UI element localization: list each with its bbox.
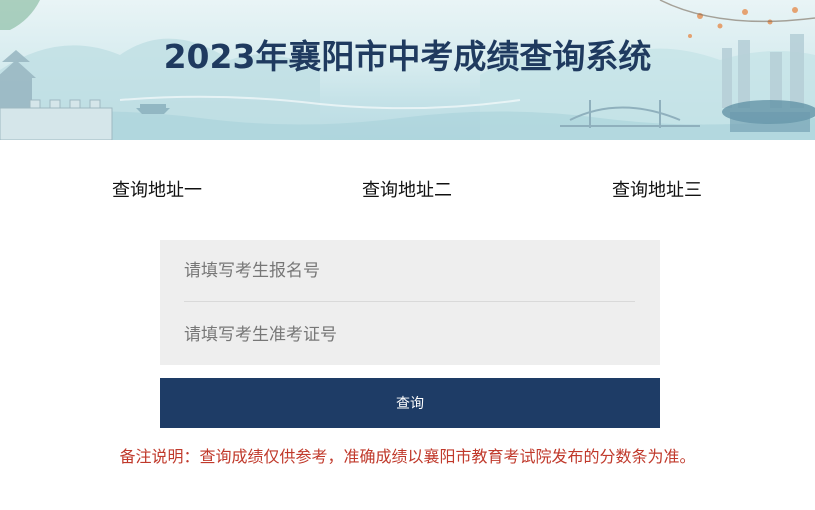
query-link-1[interactable]: 查询地址一 [112, 176, 202, 202]
disclaimer-note: 备注说明：查询成绩仅供参考，准确成绩以襄阳市教育考试院发布的分数条为准。 [119, 447, 696, 466]
page-title: 2023年襄阳市中考成绩查询系统 [163, 37, 652, 76]
admission-ticket-input[interactable] [184, 304, 635, 366]
query-form [160, 240, 660, 366]
query-link-3[interactable]: 查询地址三 [612, 176, 702, 202]
query-link-2[interactable]: 查询地址二 [362, 176, 452, 202]
registration-number-input[interactable] [184, 240, 635, 302]
query-links: 查询地址一 查询地址二 查询地址三 [0, 176, 815, 206]
header-banner: 2023年襄阳市中考成绩查询系统 [0, 0, 815, 140]
query-button[interactable]: 查询 [160, 378, 660, 428]
